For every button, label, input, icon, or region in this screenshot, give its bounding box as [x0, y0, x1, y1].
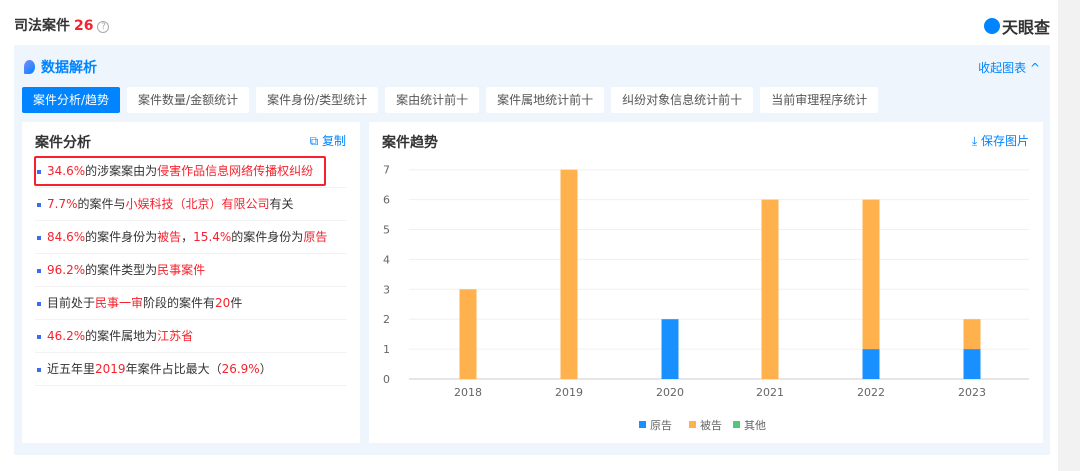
legend-label: 其他: [744, 419, 766, 432]
highlight-text: 20: [215, 296, 231, 310]
collapse-chart-button[interactable]: 收起图表 ^: [978, 59, 1040, 76]
highlight-text: 原告: [303, 230, 328, 244]
bar-被告: [963, 319, 981, 350]
y-tick-label: 1: [383, 343, 390, 356]
text: 有关: [269, 197, 294, 211]
bar-被告: [761, 199, 779, 379]
case-analysis-card: 案件分析 ⧉ 复制 34.6%的涉案案由为侵害作品信息网络传播权纠纷 7.7%的案…: [22, 122, 360, 443]
analysis-item: 34.6%的涉案案由为侵害作品信息网络传播权纠纷: [34, 155, 347, 188]
tab-6[interactable]: 当前审理程序统计: [760, 87, 879, 113]
text: 的案件与: [77, 197, 126, 211]
legend-marker: [733, 421, 740, 428]
y-tick-label: 4: [383, 253, 390, 266]
y-tick-label: 6: [383, 194, 390, 207]
highlight-text: 被告: [157, 230, 182, 244]
legend-marker: [689, 421, 696, 428]
text: ，: [181, 230, 194, 244]
drop-icon: [24, 60, 35, 74]
x-tick-label: 2020: [656, 386, 684, 399]
highlight-text: 民事一审: [95, 296, 144, 310]
text: 的案件身份为: [231, 230, 304, 244]
text: 的案件类型为: [85, 263, 158, 277]
bar-被告: [459, 289, 477, 379]
tab-2[interactable]: 案件身份/类型统计: [256, 87, 379, 113]
tab-3[interactable]: 案由统计前十: [385, 87, 480, 113]
bar-被告: [862, 199, 880, 350]
x-tick-label: 2018: [454, 386, 482, 399]
copy-button[interactable]: ⧉ 复制: [310, 132, 346, 149]
highlight-text: 84.6%: [47, 230, 86, 244]
bar-原告: [862, 349, 880, 379]
text: 的案件身份为: [85, 230, 158, 244]
y-tick-label: 3: [383, 283, 390, 296]
analysis-item: 7.7%的案件与小娱科技（北京）有限公司有关: [35, 188, 347, 221]
card-title: 案件分析: [35, 135, 91, 151]
analysis-item: 近五年里2019年案件占比最大（26.9%）: [35, 353, 347, 386]
analysis-item: 目前处于民事一审阶段的案件有20件: [35, 287, 347, 320]
highlight-text: 2019: [95, 362, 126, 376]
bar-被告: [560, 169, 578, 379]
panel-title: 数据解析: [24, 57, 97, 77]
tab-1[interactable]: 案件数量/金额统计: [127, 87, 250, 113]
x-tick-label: 2019: [555, 386, 583, 399]
text: 件: [230, 296, 243, 310]
text: 年案件占比最大（: [125, 362, 222, 376]
highlight-text: 7.7%: [47, 197, 78, 211]
analysis-item: 84.6%的案件身份为被告，15.4%的案件身份为原告: [35, 221, 347, 254]
highlight-text: 96.2%: [47, 263, 86, 277]
legend-label: 原告: [650, 419, 672, 432]
y-tick-label: 0: [383, 373, 390, 386]
highlight-text: 26.9%: [221, 362, 260, 376]
tab-bar: 案件分析/趋势 案件数量/金额统计 案件身份/类型统计 案由统计前十 案件属地统计前十纠…: [22, 87, 879, 113]
bar-原告: [661, 319, 679, 379]
highlight-text: 民事案件: [157, 263, 206, 277]
y-tick-label: 5: [383, 224, 390, 237]
highlight-box: [34, 156, 326, 186]
legend-label: 被告: [700, 419, 722, 432]
text: 阶段的案件有: [143, 296, 216, 310]
logo-icon: [983, 18, 1000, 34]
analysis-item: 46.2%的案件属地为江苏省: [35, 320, 347, 353]
highlight-text: 小娱科技（北京）有限公司: [125, 197, 270, 211]
highlight-text: 46.2%: [47, 329, 86, 343]
text: 的案件属地为: [85, 329, 158, 343]
text: 目前处于: [47, 296, 96, 310]
scrollbar[interactable]: [1058, 0, 1080, 471]
text: 近五年里: [47, 362, 96, 376]
y-tick-label: 7: [383, 164, 390, 177]
page-title: 司法案件 26?: [14, 15, 110, 35]
case-count: 26: [74, 18, 94, 34]
analysis-item: 96.2%的案件类型为民事案件: [35, 254, 347, 287]
tab-4[interactable]: 案件属地统计前十: [486, 87, 605, 113]
highlight-text: 15.4%: [193, 230, 232, 244]
tab-5[interactable]: 纠纷对象信息统计前十: [611, 87, 754, 113]
case-trend-card: 案件趋势 ⤓ 保存图片 0 1 2 3 4 5 6 7 2018 2019 2020 2021 2022…: [369, 122, 1043, 443]
x-tick-label: 2023: [958, 386, 986, 399]
legend-marker: [639, 421, 646, 428]
text: ）: [259, 362, 272, 376]
data-analysis-panel: 数据解析 收起图表 ^ 案件分析/趋势 案件数量/金额统计 案件身份/类型统计 案由统…: [14, 45, 1050, 455]
x-tick-label: 2022: [857, 386, 885, 399]
y-tick-label: 2: [383, 313, 390, 326]
bar-原告: [963, 349, 981, 379]
x-tick-label: 2021: [756, 386, 784, 399]
tianyancha-logo: 天眼查: [983, 14, 1050, 38]
trend-chart: 0 1 2 3 4 5 6 7 2018 2019 2020 2021 2022 2023 原告 被告 其他: [383, 164, 1029, 432]
tab-0[interactable]: 案件分析/趋势: [22, 87, 121, 113]
highlight-text: 江苏省: [157, 329, 194, 343]
analysis-list: 34.6%的涉案案由为侵害作品信息网络传播权纠纷 7.7%的案件与小娱科技（北京）…: [34, 155, 347, 386]
help-icon[interactable]: ?: [97, 21, 110, 33]
